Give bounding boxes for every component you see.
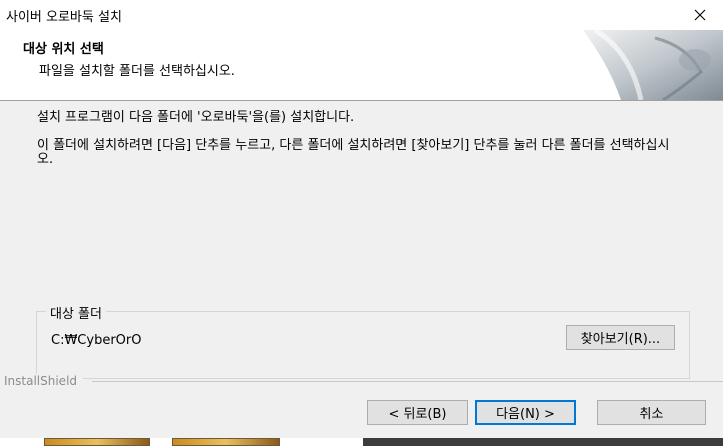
title-bar: 사이버 오로바둑 설치 xyxy=(0,0,723,30)
close-icon xyxy=(694,9,706,21)
background-dark-region xyxy=(363,438,723,446)
header-subtitle: 파일을 설치할 폴더를 선택하십시오. xyxy=(39,64,235,79)
cancel-button[interactable]: 취소 xyxy=(597,400,706,425)
install-instruction-text: 이 폴더에 설치하려면 [다음] 단추를 누르고, 다른 폴더에 설치하려면 [… xyxy=(37,138,670,167)
browse-button[interactable]: 찾아보기(R)... xyxy=(566,325,675,350)
back-button[interactable]: < 뒤로(B) xyxy=(367,400,468,425)
window-title: 사이버 오로바둑 설치 xyxy=(6,10,122,25)
footer-divider xyxy=(92,381,723,382)
close-button[interactable] xyxy=(677,0,723,30)
destination-path: C:₩CyberOrO xyxy=(51,333,142,348)
header-title: 대상 위치 선택 xyxy=(23,42,104,57)
install-info-text: 설치 프로그램이 다음 폴더에 '오로바둑'을(를) 설치합니다. xyxy=(37,110,355,125)
wizard-header: 대상 위치 선택 파일을 설치할 폴더를 선택하십시오. xyxy=(0,30,723,101)
next-button[interactable]: 다음(N) > xyxy=(475,400,576,425)
background-thumbnail xyxy=(44,438,150,446)
installer-window: 사이버 오로바둑 설치 대상 위치 선택 파일을 설치할 폴더를 선택하십시오.… xyxy=(0,0,723,446)
destination-folder-label: 대상 폴더 xyxy=(46,303,106,322)
background-thumbnail xyxy=(172,438,280,446)
installer-art-icon xyxy=(583,30,723,100)
installshield-brand: InstallShield xyxy=(4,374,84,388)
